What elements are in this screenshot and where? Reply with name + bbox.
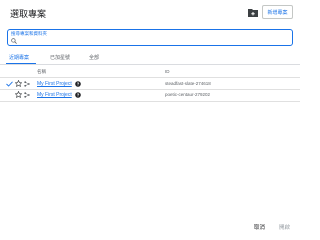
project-type-icon [24, 80, 30, 87]
tabs-divider [0, 64, 300, 65]
project-name-link[interactable]: My First Project [37, 92, 72, 98]
tab-bar: 近期專案 已加星號 全部 [0, 52, 300, 64]
dialog-title: 選取專案 [10, 9, 47, 19]
search-icon [11, 37, 17, 44]
open-button[interactable]: 開啟 [279, 223, 290, 231]
cancel-button[interactable]: 取消 [254, 223, 265, 231]
column-header-name[interactable]: 名稱 [37, 69, 46, 75]
project-type-icon [24, 91, 30, 98]
star-icon[interactable] [15, 91, 22, 98]
search-label: 搜尋專案和資料夾 [11, 31, 47, 36]
svg-text:?: ? [77, 81, 80, 86]
svg-text:?: ? [77, 92, 80, 97]
table-row[interactable]: My First Project ? poetic-centaur-279202 [0, 89, 300, 101]
project-id: poetic-centaur-279202 [165, 92, 211, 97]
help-icon[interactable]: ? [75, 80, 81, 87]
row-divider [0, 101, 300, 102]
star-icon[interactable] [15, 80, 22, 87]
new-project-button[interactable]: 新增專案 [262, 5, 293, 19]
tab-recent[interactable]: 近期專案 [9, 54, 29, 61]
tab-starred[interactable]: 已加星號 [50, 54, 70, 61]
project-name-link[interactable]: My First Project [37, 81, 72, 87]
tab-all[interactable]: 全部 [89, 54, 99, 61]
new-folder-icon[interactable] [248, 8, 258, 17]
help-icon[interactable]: ? [75, 91, 81, 98]
project-id: steadfast-slate-274618 [165, 81, 211, 86]
column-header-id[interactable]: ID [165, 69, 170, 74]
search-field[interactable]: 搜尋專案和資料夾 [7, 29, 293, 46]
check-icon [6, 81, 13, 87]
